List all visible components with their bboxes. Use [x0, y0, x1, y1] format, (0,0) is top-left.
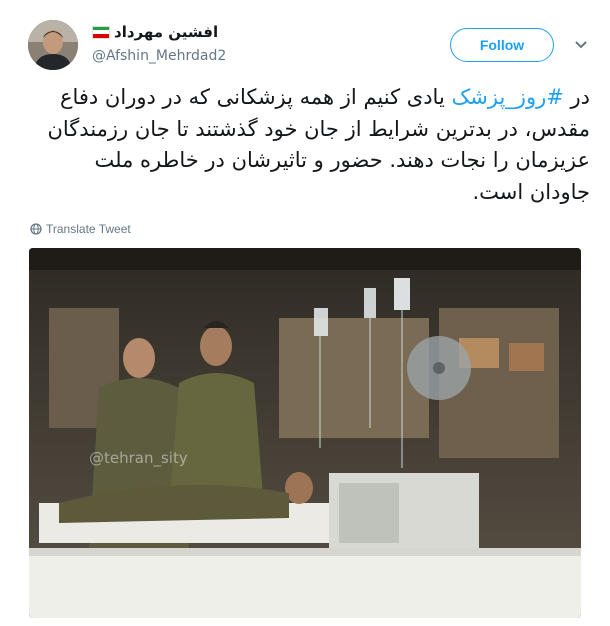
author-name-row: افشین مهرداد: [92, 23, 218, 41]
iran-flag-icon: [92, 25, 110, 39]
tweet-photo[interactable]: @tehran_sity: [29, 248, 581, 618]
hashtag-link[interactable]: #روز_پزشک: [451, 85, 563, 109]
avatar[interactable]: [28, 20, 78, 70]
globe-icon: [30, 223, 42, 235]
tweet-text: در #روز_پزشک یادی کنیم از همه پزشکانی که…: [30, 82, 590, 208]
translate-tweet-label: Translate Tweet: [46, 222, 131, 236]
follow-button[interactable]: Follow: [450, 28, 554, 62]
display-name[interactable]: افشین مهرداد: [114, 23, 218, 41]
user-handle[interactable]: @Afshin_Mehrdad2: [92, 48, 226, 64]
translate-tweet[interactable]: Translate Tweet: [30, 222, 131, 236]
tweet-text-prefix: در: [563, 85, 591, 109]
photo-watermark: @tehran_sity: [89, 449, 188, 468]
chevron-down-icon[interactable]: [574, 40, 588, 50]
